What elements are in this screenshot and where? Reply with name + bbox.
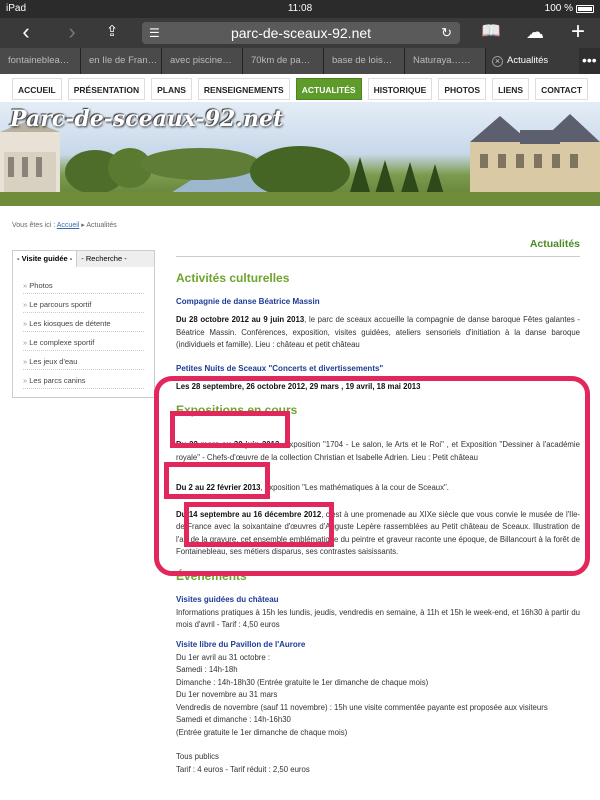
- cloud-icon[interactable]: ☁: [520, 21, 550, 45]
- breadcrumb-prefix: Vous êtes ici :: [12, 222, 56, 229]
- event-title[interactable]: Compagnie de danse Béatrice Massin: [176, 297, 580, 306]
- highlight-box: [170, 411, 290, 448]
- sidebar-item-parcs-canins[interactable]: Les parcs canins: [23, 370, 144, 389]
- schedule-line: Samedi et dimanche : 14h-16h30: [176, 715, 291, 724]
- nav-presentation[interactable]: PRÉSENTATION: [67, 78, 146, 100]
- schedule-line: [176, 739, 580, 751]
- close-tab-icon[interactable]: ×: [492, 55, 503, 67]
- site-logo[interactable]: Parc-de-sceaux-92.net: [10, 106, 283, 132]
- breadcrumb-current: Actualités: [86, 222, 117, 229]
- browser-tab[interactable]: en Ile de Fran…: [81, 48, 162, 74]
- sidebar-item-photos[interactable]: Photos: [23, 275, 144, 294]
- back-icon[interactable]: ‹: [14, 21, 38, 45]
- reader-menu-icon[interactable]: ☰: [149, 22, 160, 44]
- tab-recherche[interactable]: - Recherche -: [77, 251, 130, 267]
- battery-percent: 100 %: [544, 3, 573, 14]
- schedule-line: Du 1er avril au 31 octobre :: [176, 652, 271, 662]
- battery-indicator: 100 %: [545, 3, 594, 14]
- url-text: parc-de-sceaux-92.net: [230, 25, 372, 41]
- reload-icon[interactable]: ↻: [441, 22, 452, 44]
- sidebar-item-jeux-eau[interactable]: Les jeux d'eau: [23, 351, 144, 370]
- event-body: Informations pratiques à 15h les lundis,…: [176, 607, 580, 630]
- nav-photos[interactable]: PHOTOS: [438, 78, 487, 100]
- address-bar[interactable]: ☰ parc-de-sceaux-92.net ↻: [142, 22, 460, 44]
- nav-actualites[interactable]: ACTUALITÉS: [295, 78, 362, 100]
- event-title[interactable]: Visites guidées du château: [176, 595, 580, 604]
- browser-tab[interactable]: avec piscine…: [162, 48, 243, 74]
- schedule-line: Vendredis de novembre (sauf 11 novembre)…: [176, 702, 548, 712]
- sidebar-list: Photos Le parcours sportif Les kiosques …: [13, 267, 154, 397]
- site-navigation: ACCUEIL PRÉSENTATION PLANS RENSEIGNEMENT…: [0, 78, 600, 102]
- more-tabs-icon[interactable]: •••: [579, 48, 600, 74]
- bookmarks-icon[interactable]: 📖: [478, 21, 504, 45]
- nav-plans[interactable]: PLANS: [151, 78, 192, 100]
- nav-liens[interactable]: LIENS: [492, 78, 530, 100]
- event-dates: Du 28 octobre 2012 au 9 juin 2013: [176, 315, 305, 324]
- clock: 11:08: [287, 3, 313, 14]
- highlight-box: [164, 462, 270, 499]
- browser-tab[interactable]: fontainebleа…: [0, 48, 81, 74]
- schedule-line: Tous publics: [176, 752, 219, 761]
- active-tab-label: Actualités: [507, 55, 549, 66]
- nav-accueil[interactable]: ACCUEIL: [11, 78, 62, 100]
- schedule-line: Tarif : 4 euros - Tarif réduit : 2,50 eu…: [176, 764, 310, 774]
- active-tab[interactable]: × Actualités: [486, 48, 579, 74]
- new-tab-icon[interactable]: +: [566, 20, 590, 45]
- event-title[interactable]: Petites Nuits de Sceaux "Concerts et div…: [176, 364, 580, 373]
- browser-tab[interactable]: base de lois…: [324, 48, 405, 74]
- page-title: Actualités: [176, 238, 580, 257]
- browser-tab[interactable]: 70km de pa…: [243, 48, 324, 74]
- nav-contact[interactable]: CONTACT: [535, 78, 589, 100]
- battery-icon: [576, 4, 594, 13]
- nav-historique[interactable]: HISTORIQUE: [367, 78, 433, 100]
- highlight-box: [184, 502, 334, 547]
- event-title[interactable]: Visite libre du Pavillon de l'Aurore: [176, 640, 580, 649]
- schedule-line: (Entrée gratuite le 1er dimanche de chaq…: [176, 727, 348, 737]
- event-body: Du 1er avril au 31 octobre : Samedi : 14…: [176, 652, 580, 777]
- event-body: Du 28 octobre 2012 au 9 juin 2013, le pa…: [176, 314, 580, 352]
- nav-renseignements[interactable]: RENSEIGNEMENTS: [197, 78, 290, 100]
- breadcrumb: Vous êtes ici : Accueil ▸ Actualités: [12, 222, 117, 229]
- sidebar-item-complexe[interactable]: Le complexe sportif: [23, 332, 144, 351]
- sidebar-tabs: - Visite guidée - - Recherche -: [13, 251, 154, 267]
- schedule-line: Du 1er novembre au 31 mars: [176, 690, 278, 699]
- tab-visite-guidee[interactable]: - Visite guidée -: [13, 251, 78, 267]
- sidebar-item-parcours[interactable]: Le parcours sportif: [23, 294, 144, 313]
- browser-toolbar: ‹ › ⇪ ☰ parc-de-sceaux-92.net ↻ 📖 ☁ +: [0, 18, 600, 48]
- site-banner: Parc-de-sceaux-92.net: [0, 102, 600, 206]
- section-title-culturelles: Activités culturelles: [176, 271, 290, 285]
- share-icon[interactable]: ⇪: [100, 21, 124, 45]
- schedule-line: Dimanche : 14h-18h30 (Entrée gratuite le…: [176, 677, 429, 687]
- status-bar: iPad 11:08 100 %: [0, 0, 600, 18]
- forward-icon[interactable]: ›: [60, 21, 84, 45]
- breadcrumb-home-link[interactable]: Accueil: [57, 222, 80, 229]
- sidebar: - Visite guidée - - Recherche - Photos L…: [12, 250, 155, 398]
- tab-bar: fontainebleа… en Ile de Fran… avec pisci…: [0, 48, 600, 74]
- schedule-line: Samedi : 14h-18h: [176, 665, 238, 674]
- sidebar-item-kiosques[interactable]: Les kiosques de détente: [23, 313, 144, 332]
- browser-tab[interactable]: Naturaya……: [405, 48, 486, 74]
